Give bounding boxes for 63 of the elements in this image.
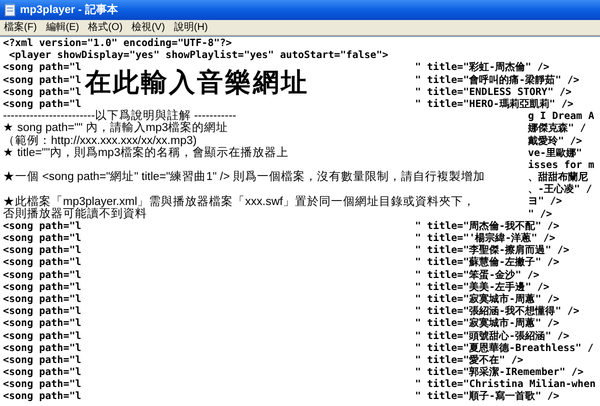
code-text: <song path="l — [3, 391, 82, 404]
code-text: <song path="l — [3, 342, 82, 355]
code-text: " /> — [528, 208, 552, 220]
code-text: 、甜甜布蘭尼 — [528, 172, 588, 184]
code-text: " title="彩虹-周杰倫" /> — [415, 62, 550, 74]
menu-item[interactable]: 格式(O) — [88, 20, 123, 35]
code-text: <song path="l — [3, 294, 82, 306]
code-text: <song path="l — [3, 98, 82, 112]
code-text: " title="李聖傑-擦肩而過" /> — [415, 245, 570, 256]
note-text: ★ title=""內，則爲mp3檔案的名稱，會顯示在播放器上 — [3, 146, 288, 160]
note-text: ------------------------以下爲說明與註解 ----------- — [3, 110, 236, 122]
code-text: ve-里歐娜" — [528, 148, 582, 160]
window-title: mp3player - 記事本 — [20, 2, 118, 18]
menu-item[interactable]: 檢視(V) — [132, 20, 165, 35]
code-text: " title="笨蛋-金沙" /> — [415, 270, 540, 281]
code-text: " title="'楊宗緯-洋蔥" /> — [415, 233, 556, 244]
code-text: 娜傑克森" / — [528, 123, 586, 136]
code-text: ヨ" /> — [528, 196, 562, 209]
code-text: g I Dream A — [528, 111, 594, 122]
code-text: <song path="l — [3, 306, 82, 318]
code-text: <song path="l — [3, 86, 82, 99]
code-text: <song path="l — [3, 220, 82, 233]
code-text: " title="Christina Milian-when — [415, 379, 596, 390]
code-text: 戴愛玲" /> — [528, 136, 582, 148]
code-text: " title="ENDLESS STORY" /> — [415, 86, 572, 98]
note-text: 否則播放器可能讀不到資料 — [3, 208, 147, 221]
code-text: " title="郭采潔-IRemember" /> — [415, 367, 584, 378]
code-text: <song path="l — [3, 62, 82, 75]
code-text: " title="美美-左手邊" /> — [415, 282, 550, 293]
code-text: " title="寂寞城市-周蕙" /> — [415, 294, 560, 306]
code-text: " title="張紹涵-我不想懂得" /> — [415, 306, 580, 318]
code-text: 、-王心凌" / — [528, 184, 592, 196]
code-text: " title="HERO-瑪莉亞凱莉" /> — [415, 98, 574, 112]
code-text: " title="蘇慧倫-左撇子" /> — [415, 257, 560, 270]
note-text: ★ song path="" 內，請輸入mp3檔案的網址 — [3, 122, 228, 134]
code-text: <song path="l — [3, 318, 82, 330]
menu-item[interactable]: 檔案(F) — [4, 20, 37, 35]
code-text: <song path="l — [3, 257, 82, 270]
code-text: isses for m — [528, 160, 594, 172]
code-text: <song path="l — [3, 233, 82, 245]
code-text: " title="頭號甜心-張紹涵" /> — [415, 330, 570, 342]
annotation-heading: 在此輸入音樂網址 — [85, 67, 309, 97]
code-text: <song path="l — [3, 270, 82, 282]
code-text: " title="寂寞城市-周蕙" /> — [415, 318, 560, 330]
code-text: " title="會呼叫的痛-梁靜茹" /> — [415, 74, 580, 86]
code-line: <?xml version="1.0" encoding="UTF-8"?> — [3, 38, 232, 50]
code-text: <song path="l — [3, 354, 82, 367]
note-text: ★一個 <song path="網址" title="練習曲1" /> 則爲一個檔案，沒有數量限制，請自行複製增加 — [3, 171, 485, 184]
code-text: " title="夏恩華德-Breathless" / — [415, 342, 594, 354]
menu-item[interactable]: 說明(H) — [174, 20, 208, 35]
note-text: ★此檔案「mp3player.xml」需與播放器檔案「xxx.swf」置於同一個網址目錄或資料夾下， — [3, 196, 475, 208]
code-text: " title="愛不在" /> — [415, 354, 524, 366]
notepad-icon — [4, 3, 16, 17]
code-text: <song path="l — [3, 379, 82, 391]
code-text: " title="周杰倫-我不配" /> — [415, 220, 560, 232]
code-text: <song path="l — [3, 245, 82, 257]
code-text: <song path="l — [3, 330, 82, 343]
code-line: <player showDisplay="yes" showPlaylist="yes" autoStart="false"> — [8, 50, 388, 62]
code-text: " title="順子-寫一首歌" /> — [415, 391, 560, 404]
note-text: （範例：http://xxx.xxx.xxx/xx/xx.mp3) — [3, 134, 197, 147]
code-text: <song path="l — [3, 367, 82, 379]
code-text: <song path="l — [3, 282, 82, 294]
menu-item[interactable]: 編輯(E) — [46, 20, 80, 35]
